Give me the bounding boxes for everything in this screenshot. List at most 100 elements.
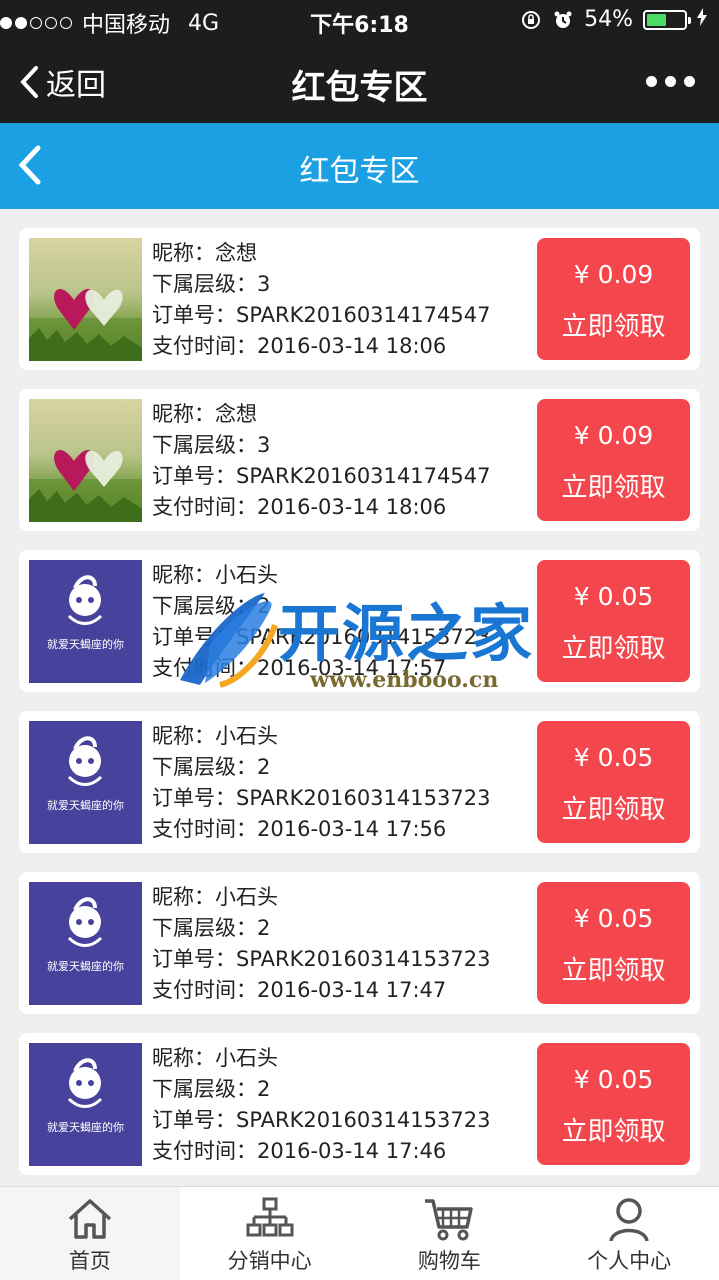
pay-time-row: 支付时间：2016-03-14 18:06 [152,331,490,362]
field-label: 支付时间： [152,495,257,519]
order-number-row: 订单号：SPARK20160314153723 [152,783,490,814]
field-label: 昵称： [152,885,215,909]
level-row: 下属层级：2 [152,913,490,944]
pay-time-row: 支付时间：2016-03-14 17:56 [152,814,490,845]
red-packet-amount: ¥ 0.05 [573,582,654,611]
claim-red-packet-button[interactable]: ¥ 0.09 立即领取 [537,399,690,521]
field-value: 2016-03-14 17:57 [257,656,447,680]
field-label: 下属层级： [152,272,257,296]
red-packet-card: 昵称：念想 下属层级：3 订单号：SPARK20160314174547 支付时间：2… [19,389,700,531]
field-value: 2 [257,916,271,940]
field-label: 下属层级： [152,1077,257,1101]
avatar-caption: 就爱天蝎座的你 [47,960,124,973]
order-info: 昵称：念想 下属层级：3 订单号：SPARK20160314174547 支付时间：2… [152,238,490,362]
field-label: 下属层级： [152,916,257,940]
nickname-row: 昵称：小石头 [152,560,490,591]
field-label: 支付时间： [152,656,257,680]
nickname-row: 昵称：念想 [152,238,490,269]
order-info: 昵称：小石头 下属层级：2 订单号：SPARK20160314153723 支付时间：… [152,1043,490,1167]
field-value: 2016-03-14 17:47 [257,978,447,1002]
tab-profile[interactable]: 个人中心 [539,1187,719,1280]
claim-label: 立即领取 [561,312,666,342]
field-value: 2016-03-14 17:56 [257,817,447,841]
claim-red-packet-button[interactable]: ¥ 0.09 立即领取 [537,238,690,360]
more-menu-button[interactable] [646,76,695,87]
user-avatar [29,238,142,361]
order-number-row: 订单号：SPARK20160314153723 [152,944,490,975]
order-number-row: 订单号：SPARK20160314174547 [152,300,490,331]
order-info: 昵称：念想 下属层级：3 订单号：SPARK20160314174547 支付时间：2… [152,399,490,523]
field-value: SPARK20160314153723 [236,625,491,649]
tab-cart[interactable]: 购物车 [360,1187,540,1280]
cart-icon [425,1199,474,1241]
order-info: 昵称：小石头 下属层级：2 订单号：SPARK20160314153723 支付时间：… [152,560,490,684]
red-packet-amount: ¥ 0.05 [573,1065,654,1094]
avatar-caption: 就爱天蝎座的你 [47,638,124,651]
field-label: 昵称： [152,241,215,265]
field-label: 支付时间： [152,334,257,358]
user-avatar [29,399,142,522]
field-label: 下属层级： [152,433,257,457]
claim-red-packet-button[interactable]: ¥ 0.05 立即领取 [537,882,690,1004]
tab-label: 分销中心 [227,1249,312,1273]
field-label: 订单号： [152,1108,236,1132]
claim-label: 立即领取 [561,795,666,825]
field-label: 昵称： [152,724,215,748]
page-title: 红包专区 [299,154,420,189]
claim-label: 立即领取 [561,956,666,986]
network-icon [246,1197,294,1237]
tab-home[interactable]: 首页 [0,1187,180,1280]
level-row: 下属层级：3 [152,430,490,461]
pay-time-row: 支付时间：2016-03-14 17:46 [152,1136,490,1167]
red-packet-card: 就爱天蝎座的你 昵称：小石头 下属层级：2 订单号：SPARK201603141537… [19,1033,700,1175]
claim-label: 立即领取 [561,634,666,664]
claim-label: 立即领取 [561,473,666,503]
red-packet-amount: ¥ 0.09 [573,421,654,450]
avatar-caption: 就爱天蝎座的你 [47,1121,124,1134]
field-label: 昵称： [152,563,215,587]
red-packet-card: 就爱天蝎座的你 昵称：小石头 下属层级：2 订单号：SPARK201603141537… [19,550,700,692]
field-label: 订单号： [152,303,236,327]
field-value: SPARK20160314153723 [236,947,491,971]
page-header: 红包专区 [0,123,719,209]
field-label: 下属层级： [152,755,257,779]
field-value: 小石头 [215,885,278,909]
tab-label: 个人中心 [587,1249,672,1273]
order-info: 昵称：小石头 下属层级：2 订单号：SPARK20160314153723 支付时间：… [152,721,490,845]
field-value: 3 [257,433,271,457]
claim-red-packet-button[interactable]: ¥ 0.05 立即领取 [537,721,690,843]
level-row: 下属层级：3 [152,269,490,300]
battery-percent: 54% [584,7,633,32]
field-value: 2 [257,594,271,618]
field-label: 订单号： [152,625,236,649]
pay-time-row: 支付时间：2016-03-14 18:06 [152,492,490,523]
red-packet-card: 就爱天蝎座的你 昵称：小石头 下属层级：2 订单号：SPARK201603141537… [19,711,700,853]
user-avatar: 就爱天蝎座的你 [29,721,142,844]
field-label: 支付时间： [152,1139,257,1163]
user-avatar: 就爱天蝎座的你 [29,560,142,683]
level-row: 下属层级：2 [152,591,490,622]
field-value: 2 [257,1077,271,1101]
field-value: 2016-03-14 18:06 [257,334,447,358]
claim-label: 立即领取 [561,1117,666,1147]
field-value: 2 [257,755,271,779]
wechat-nav-bar: 返回 红包专区 [0,40,719,123]
claim-red-packet-button[interactable]: ¥ 0.05 立即领取 [537,1043,690,1165]
field-value: SPARK20160314174547 [236,464,491,488]
person-icon [609,1198,649,1241]
tab-label: 首页 [68,1249,111,1273]
order-number-row: 订单号：SPARK20160314153723 [152,622,490,653]
nickname-row: 昵称：小石头 [152,1043,490,1074]
pay-time-row: 支付时间：2016-03-14 17:57 [152,653,490,684]
field-label: 订单号： [152,786,236,810]
field-label: 支付时间： [152,978,257,1002]
claim-red-packet-button[interactable]: ¥ 0.05 立即领取 [537,560,690,682]
tab-distribution[interactable]: 分销中心 [180,1187,360,1280]
field-label: 昵称： [152,1046,215,1070]
field-label: 支付时间： [152,817,257,841]
tab-label: 购物车 [417,1249,481,1273]
field-value: 念想 [215,241,257,265]
field-label: 下属层级： [152,594,257,618]
red-packet-amount: ¥ 0.05 [573,904,654,933]
field-value: 小石头 [215,563,278,587]
